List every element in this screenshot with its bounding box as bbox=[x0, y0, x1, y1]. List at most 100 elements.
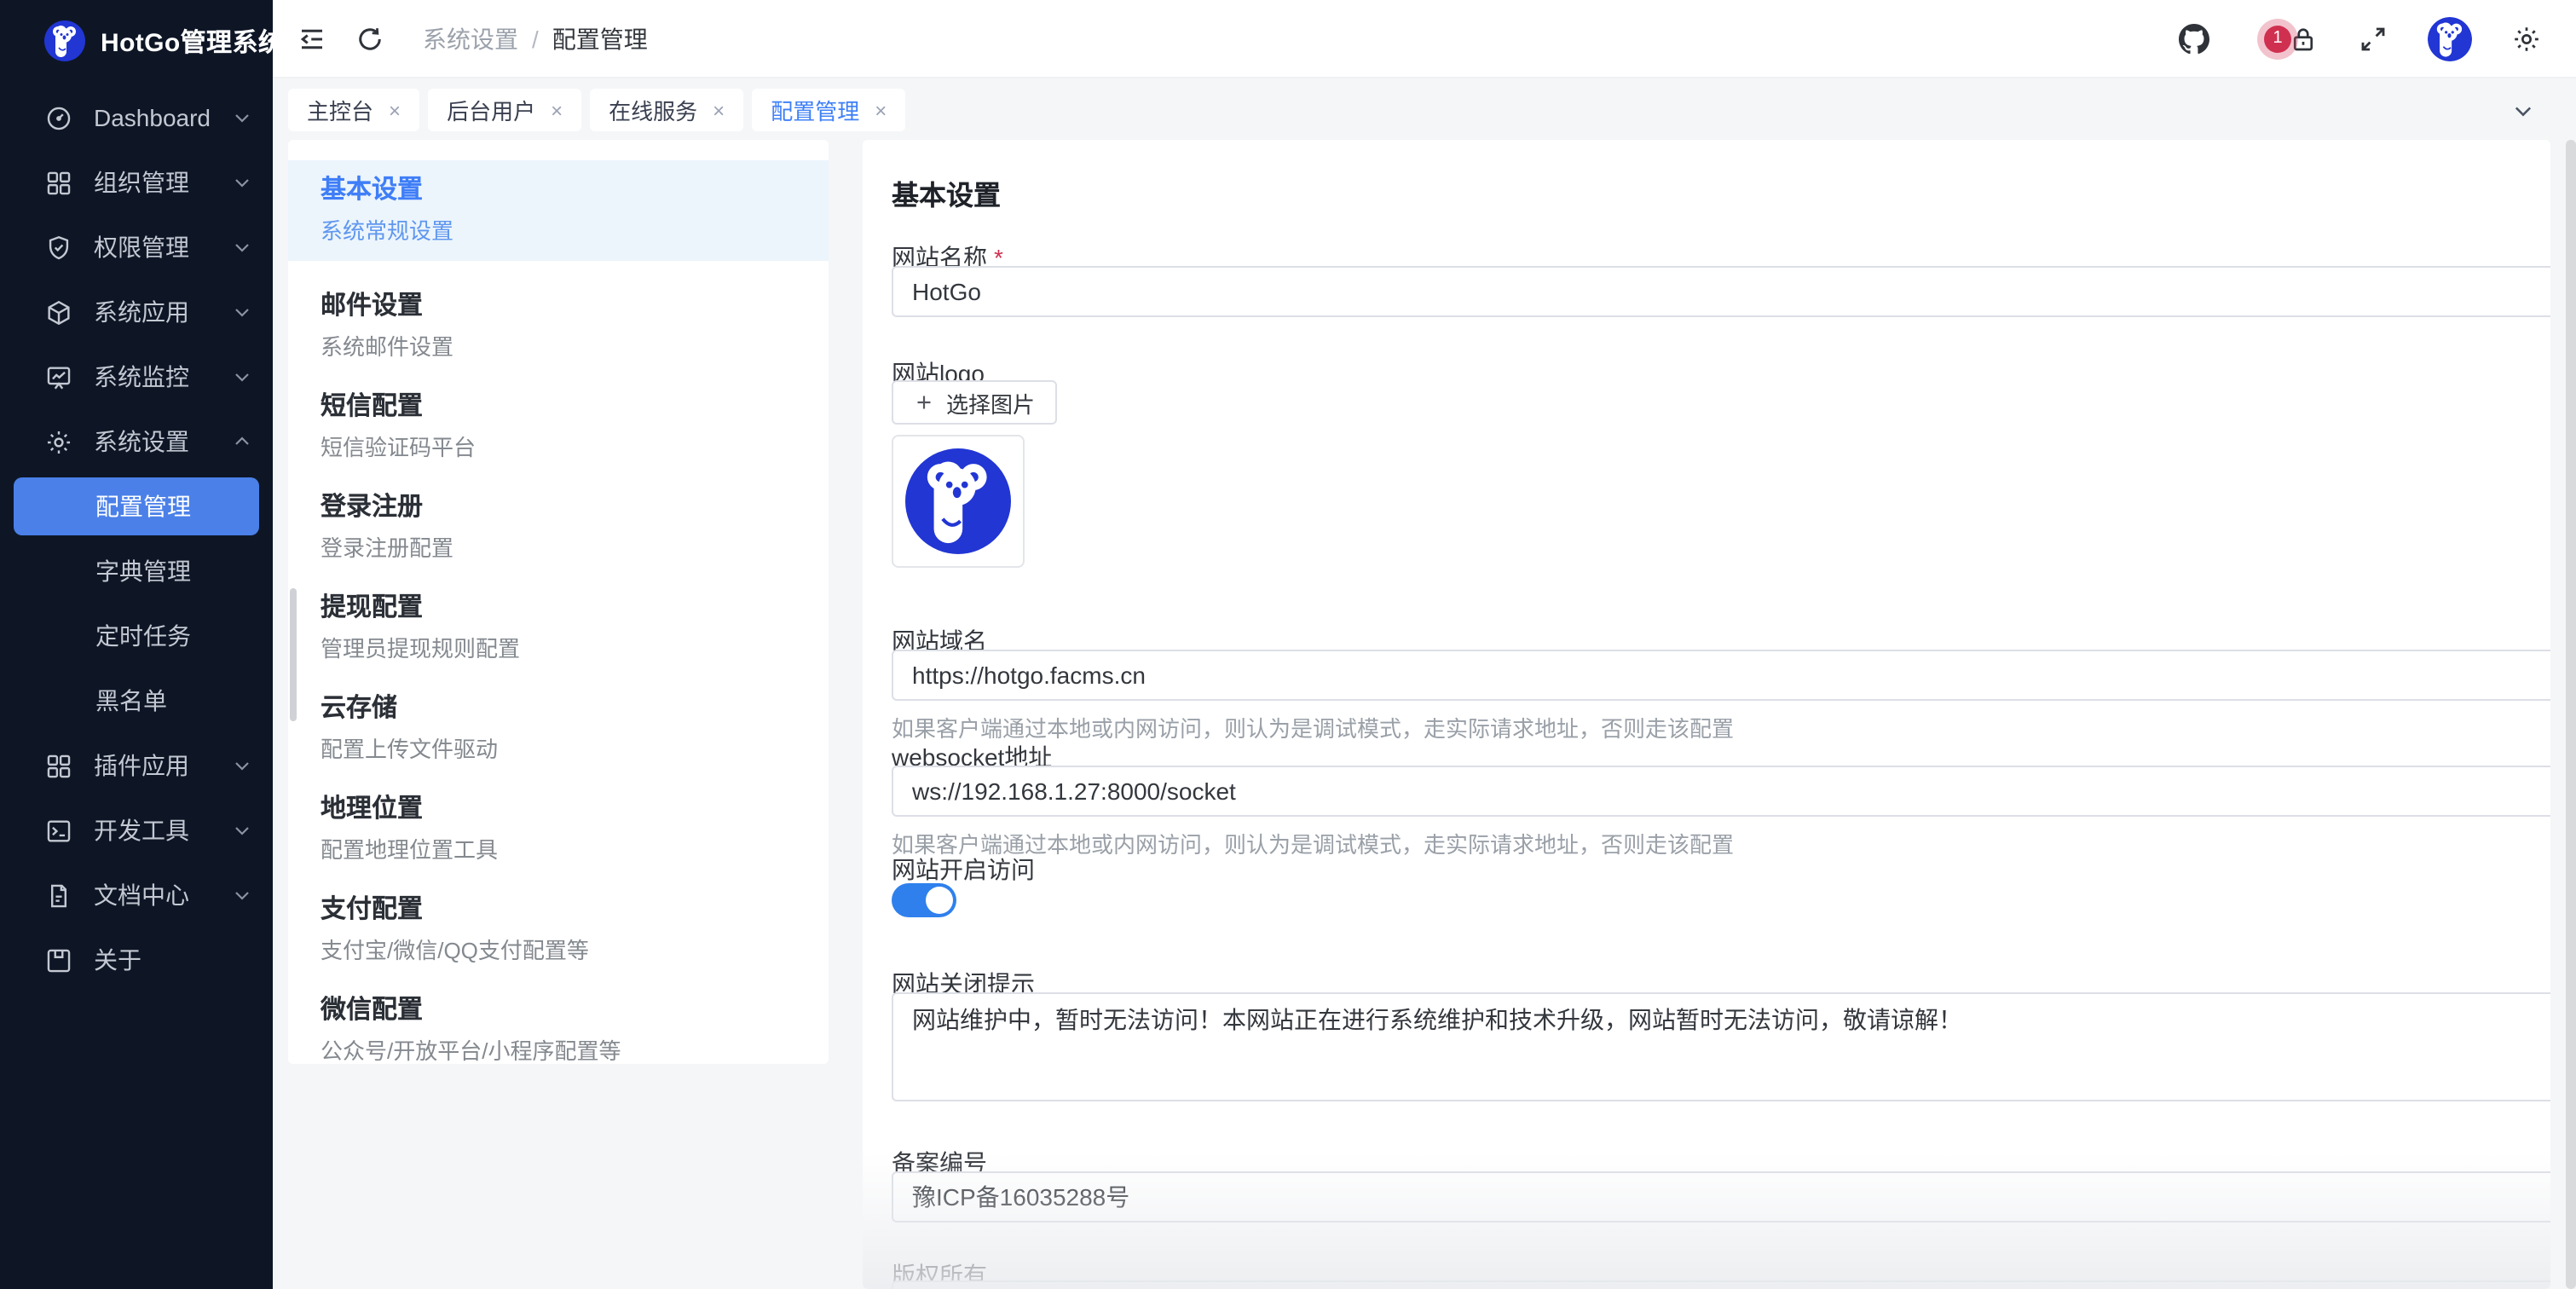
settings-gear-icon[interactable] bbox=[2511, 23, 2542, 54]
icp-input[interactable] bbox=[892, 1171, 2550, 1223]
sidebar-item-system-apps[interactable]: 系统应用 bbox=[0, 280, 273, 344]
menu-item-subtitle: 管理员提现规则配置 bbox=[321, 634, 829, 663]
app-logo-row[interactable]: HotGo管理系统 bbox=[0, 0, 273, 82]
koala-logo-icon bbox=[44, 20, 85, 61]
sidebar-item-about[interactable]: 关于 bbox=[0, 928, 273, 992]
main-content: 基本设置 系统常规设置 邮件设置 系统邮件设置 短信配置 短信验证码平台 登录注… bbox=[273, 140, 2576, 1289]
settings-menu-item-cloud-storage[interactable]: 云存储 配置上传文件驱动 bbox=[288, 692, 829, 764]
site-name-input[interactable] bbox=[892, 266, 2550, 317]
header-actions: 1 bbox=[2179, 16, 2542, 61]
basic-settings-form: 基本设置 网站名称* 网站logo 选择图片 网站域名 如果客户端通过本地或内网… bbox=[863, 140, 2550, 1289]
websocket-input[interactable] bbox=[892, 766, 2550, 817]
chevron-down-icon bbox=[232, 302, 252, 322]
sidebar-item-config-management[interactable]: 配置管理 bbox=[0, 474, 273, 539]
project-frame-icon bbox=[44, 945, 73, 974]
chevron-down-icon bbox=[232, 820, 252, 841]
close-icon[interactable]: × bbox=[551, 98, 563, 122]
pick-image-button[interactable]: 选择图片 bbox=[892, 380, 1057, 425]
form-section-title: 基本设置 bbox=[892, 172, 2528, 213]
refresh-icon[interactable] bbox=[355, 23, 385, 54]
chevron-down-icon bbox=[232, 367, 252, 387]
copyright-input[interactable] bbox=[892, 1280, 2550, 1289]
terminal-icon bbox=[44, 816, 73, 845]
menu-item-subtitle: 系统邮件设置 bbox=[321, 332, 829, 361]
settings-menu-item-basic[interactable]: 基本设置 系统常规设置 bbox=[288, 160, 829, 261]
tab-actions-chevron-icon[interactable] bbox=[2511, 99, 2535, 123]
sidebar-item-label: 定时任务 bbox=[95, 619, 191, 653]
plus-icon bbox=[914, 392, 934, 413]
tab-admin-users[interactable]: 后台用户 × bbox=[428, 89, 581, 131]
menu-item-title: 提现配置 bbox=[321, 592, 829, 624]
breadcrumb-current[interactable]: 配置管理 bbox=[552, 21, 648, 55]
sidebar-collapse-icon[interactable] bbox=[297, 23, 327, 54]
tab-dashboard[interactable]: 主控台 × bbox=[288, 89, 419, 131]
sidebar-item-scheduled-tasks[interactable]: 定时任务 bbox=[0, 604, 273, 668]
tab-bar: 主控台 × 后台用户 × 在线服务 × 配置管理 × bbox=[273, 78, 2576, 140]
sidebar-item-system-monitor[interactable]: 系统监控 bbox=[0, 344, 273, 409]
sidebar-item-organization[interactable]: 组织管理 bbox=[0, 150, 273, 215]
sidebar-item-docs-center[interactable]: 文档中心 bbox=[0, 863, 273, 928]
site-open-toggle[interactable] bbox=[892, 883, 956, 917]
settings-menu-item-withdraw[interactable]: 提现配置 管理员提现规则配置 bbox=[288, 592, 829, 663]
close-icon[interactable]: × bbox=[713, 98, 725, 122]
menu-item-subtitle: 系统常规设置 bbox=[321, 217, 829, 246]
site-open-label: 网站开启访问 bbox=[892, 853, 2528, 887]
sidebar-item-plugins[interactable]: 插件应用 bbox=[0, 733, 273, 798]
menu-item-title: 云存储 bbox=[321, 692, 829, 725]
close-tip-textarea[interactable]: 网站维护中，暂时无法访问！本网站正在进行系统维护和技术升级，网站暂时无法访问，敬… bbox=[892, 992, 2550, 1101]
breadcrumb-separator: / bbox=[532, 25, 539, 52]
tab-config-management[interactable]: 配置管理 × bbox=[752, 89, 905, 131]
close-icon[interactable]: × bbox=[389, 98, 401, 122]
sidebar-item-blacklist[interactable]: 黑名单 bbox=[0, 668, 273, 733]
github-icon[interactable] bbox=[2179, 23, 2209, 54]
lock-icon[interactable] bbox=[2288, 23, 2319, 54]
site-domain-input[interactable] bbox=[892, 650, 2550, 701]
settings-menu-item-sms[interactable]: 短信配置 短信验证码平台 bbox=[288, 390, 829, 462]
sidebar-item-label: 插件应用 bbox=[94, 749, 232, 783]
sidebar-item-label: 系统监控 bbox=[94, 360, 232, 394]
document-icon bbox=[44, 881, 73, 910]
menu-item-subtitle: 登录注册配置 bbox=[321, 534, 829, 563]
notification-badge: 1 bbox=[2264, 25, 2291, 52]
sidebar-item-dashboard[interactable]: Dashboard bbox=[0, 85, 273, 150]
breadcrumb-parent[interactable]: 系统设置 bbox=[423, 21, 518, 55]
menu-item-title: 登录注册 bbox=[321, 491, 829, 523]
sidebar-item-dev-tools[interactable]: 开发工具 bbox=[0, 798, 273, 863]
tab-online-service[interactable]: 在线服务 × bbox=[590, 89, 743, 131]
dashboard-icon bbox=[44, 103, 73, 132]
sidebar-item-dict-management[interactable]: 字典管理 bbox=[0, 539, 273, 604]
sidebar-item-label: 权限管理 bbox=[94, 230, 232, 264]
menu-item-title: 支付配置 bbox=[321, 893, 829, 926]
site-logo-preview[interactable] bbox=[892, 435, 1025, 568]
settings-menu-item-wechat[interactable]: 微信配置 公众号/开放平台/小程序配置等 bbox=[288, 994, 829, 1064]
page-scrollbar[interactable] bbox=[2566, 140, 2576, 1289]
sidebar-item-permissions[interactable]: 权限管理 bbox=[0, 215, 273, 280]
page-scrollbar-thumb[interactable] bbox=[2566, 140, 2576, 1289]
settings-menu-item-email[interactable]: 邮件设置 系统邮件设置 bbox=[288, 290, 829, 361]
fullscreen-icon[interactable] bbox=[2358, 23, 2388, 54]
menu-item-subtitle: 公众号/开放平台/小程序配置等 bbox=[321, 1037, 829, 1064]
menu-scrollbar-thumb[interactable] bbox=[290, 588, 297, 721]
settings-menu-item-geo[interactable]: 地理位置 配置地理位置工具 bbox=[288, 793, 829, 864]
chevron-down-icon bbox=[232, 885, 252, 905]
chevron-up-icon bbox=[232, 431, 252, 452]
gear-icon bbox=[44, 427, 73, 456]
shield-check-icon bbox=[44, 233, 73, 262]
site-domain-help: 如果客户端通过本地或内网访问，则认为是调试模式，走实际请求地址，否则走该配置 bbox=[892, 711, 2528, 743]
pick-image-label: 选择图片 bbox=[946, 386, 1035, 419]
grid-icon bbox=[44, 168, 73, 197]
sidebar-item-system-settings[interactable]: 系统设置 bbox=[0, 409, 273, 474]
sidebar-item-label: 黑名单 bbox=[95, 684, 167, 718]
settings-menu-item-payment[interactable]: 支付配置 支付宝/微信/QQ支付配置等 bbox=[288, 893, 829, 965]
sidebar-item-label: 配置管理 bbox=[95, 489, 191, 523]
top-header: 系统设置 / 配置管理 1 bbox=[273, 0, 2576, 78]
settings-menu-item-login[interactable]: 登录注册 登录注册配置 bbox=[288, 491, 829, 563]
close-icon[interactable]: × bbox=[875, 98, 887, 122]
user-avatar[interactable] bbox=[2428, 16, 2472, 61]
chevron-down-icon bbox=[232, 172, 252, 193]
menu-item-subtitle: 短信验证码平台 bbox=[321, 433, 829, 462]
chevron-down-icon bbox=[232, 755, 252, 776]
menu-item-subtitle: 配置地理位置工具 bbox=[321, 835, 829, 864]
monitor-chart-icon bbox=[44, 362, 73, 391]
koala-logo-icon bbox=[905, 448, 1011, 554]
